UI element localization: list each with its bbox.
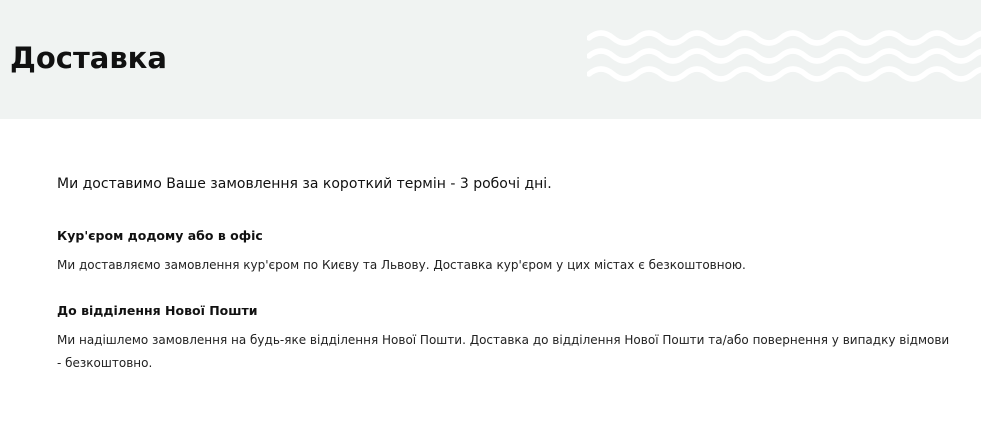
wave-decoration-icon xyxy=(587,30,981,82)
courier-heading: Кур'єром додому або в офіс xyxy=(57,228,263,243)
nova-poshta-heading: До відділення Нової Пошти xyxy=(57,303,258,318)
delivery-intro: Ми доставимо Ваше замовлення за короткий… xyxy=(57,176,552,192)
delivery-content: Ми доставимо Ваше замовлення за короткий… xyxy=(57,172,957,370)
courier-text: Ми доставляємо замовлення кур'єром по Ки… xyxy=(57,258,746,272)
page-title: Доставка xyxy=(10,41,167,75)
nova-poshta-text: Ми надішлемо замовлення на будь-яке відд… xyxy=(57,333,950,370)
page-header: Доставка xyxy=(0,0,981,119)
